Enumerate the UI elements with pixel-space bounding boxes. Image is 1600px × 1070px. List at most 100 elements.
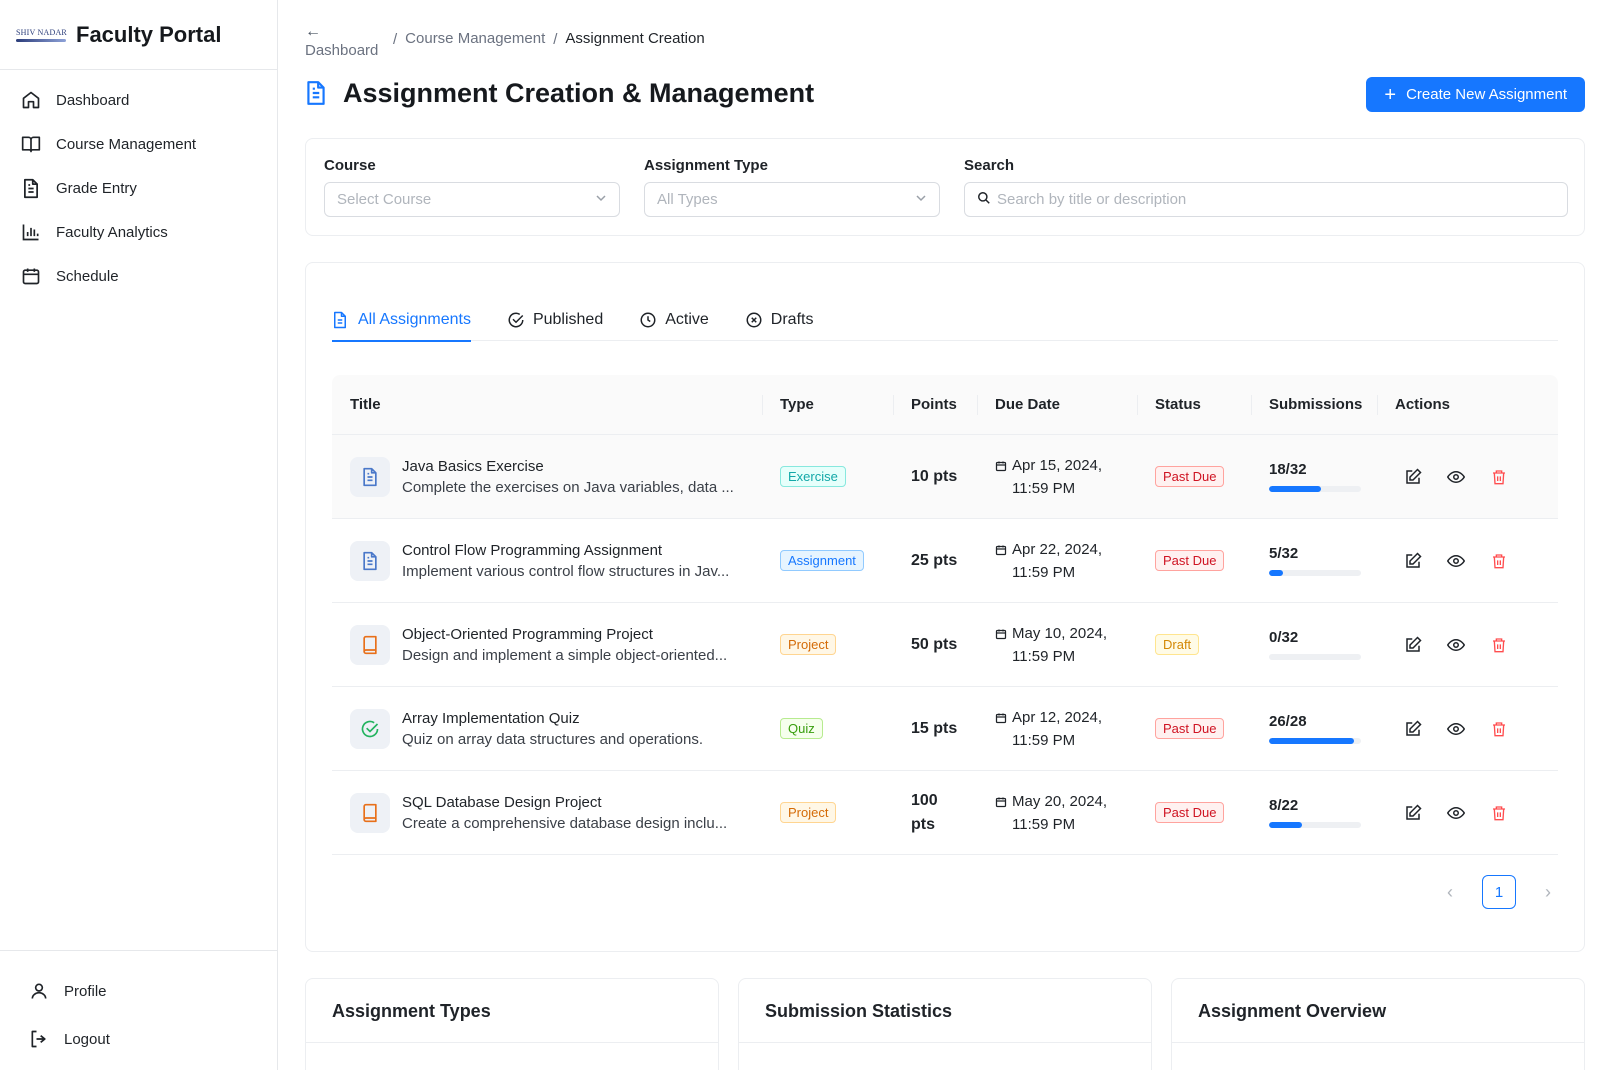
app-title: Faculty Portal <box>76 21 222 47</box>
assignment-type-filter-label: Assignment Type <box>644 157 768 174</box>
tab-published[interactable]: Published <box>507 299 603 341</box>
column-header-due-date[interactable]: Due Date <box>977 375 1137 435</box>
view-icon[interactable] <box>1446 719 1466 739</box>
view-icon[interactable] <box>1446 467 1466 487</box>
table-row[interactable]: Java Basics Exercise Complete the exerci… <box>332 435 1558 519</box>
edit-icon[interactable] <box>1403 803 1423 823</box>
submissions-progress-bar <box>1269 738 1361 744</box>
panel-title: Assignment Types <box>306 979 718 1043</box>
sidebar-item-label: Logout <box>64 1030 110 1048</box>
search-input[interactable] <box>997 191 1555 208</box>
book-icon <box>20 133 42 155</box>
status-badge: Past Due <box>1155 802 1225 823</box>
view-icon[interactable] <box>1446 803 1466 823</box>
table-row[interactable]: Array Implementation Quiz Quiz on array … <box>332 687 1558 771</box>
document-icon <box>350 456 390 497</box>
column-header-title[interactable]: Title <box>332 375 762 435</box>
edit-icon[interactable] <box>1403 551 1423 571</box>
column-header-actions: Actions <box>1377 375 1558 435</box>
assignment-title[interactable]: Control Flow Programming Assignment <box>402 542 729 559</box>
chevron-left-icon[interactable]: ‹ <box>1440 882 1460 903</box>
submissions-progress-bar <box>1269 822 1361 828</box>
assignment-description: Implement various control flow structure… <box>402 562 730 580</box>
points-value: 100 pts <box>911 791 938 833</box>
calendar-icon <box>995 545 1007 555</box>
delete-icon[interactable] <box>1489 467 1509 487</box>
assignment-title[interactable]: Array Implementation Quiz <box>402 710 703 727</box>
edit-icon[interactable] <box>1403 635 1423 655</box>
sidebar-item-course-management[interactable]: Course Management <box>0 122 277 166</box>
table-row[interactable]: SQL Database Design Project Create a com… <box>332 771 1558 855</box>
column-header-submissions[interactable]: Submissions <box>1251 375 1377 435</box>
points-value: 15 pts <box>911 719 958 737</box>
document-icon <box>332 311 350 329</box>
sidebar-item-label: Profile <box>64 982 107 1000</box>
sidebar-item-logout[interactable]: Logout <box>0 1015 278 1063</box>
submissions-progress-bar <box>1269 654 1361 660</box>
edit-icon[interactable] <box>1403 719 1423 739</box>
column-header-points[interactable]: Points <box>893 375 977 435</box>
due-date: May 20, 2024, 11:59 PM <box>995 790 1137 836</box>
assignment-description: Complete the exercises on Java variables… <box>402 478 734 496</box>
panel-title: Assignment Overview <box>1172 979 1584 1043</box>
chevron-down-icon <box>595 191 607 208</box>
document-icon <box>350 540 390 581</box>
tab-active[interactable]: Active <box>639 299 709 341</box>
assignment-overview-panel: Assignment Overview <box>1171 978 1585 1070</box>
submissions-count: 0/32 <box>1269 629 1299 646</box>
plus-icon: + <box>1384 83 1397 106</box>
sidebar-item-profile[interactable]: Profile <box>0 967 278 1015</box>
page-number-button[interactable]: 1 <box>1482 875 1516 909</box>
create-new-assignment-button[interactable]: + Create New Assignment <box>1366 77 1585 112</box>
sidebar-item-label: Faculty Analytics <box>56 223 168 241</box>
breadcrumb: ← Dashboard / Course Management / Assign… <box>305 24 705 60</box>
delete-icon[interactable] <box>1489 551 1509 571</box>
type-badge: Project <box>780 634 837 655</box>
sidebar-item-faculty-analytics[interactable]: Faculty Analytics <box>0 210 277 254</box>
breadcrumb-course-management[interactable]: Course Management <box>405 30 545 59</box>
assignment-type-select[interactable]: All Types <box>644 182 940 217</box>
assignment-title-cell: Java Basics Exercise Complete the exerci… <box>332 456 762 497</box>
filters-panel: Course Select Course Assignment Type All… <box>305 138 1585 236</box>
assignment-type-filter: Assignment Type All Types <box>644 157 940 217</box>
check-circle-icon <box>350 708 390 749</box>
tab-drafts[interactable]: Drafts <box>745 299 813 341</box>
delete-icon[interactable] <box>1489 719 1509 739</box>
status-badge: Draft <box>1155 634 1200 655</box>
calendar-icon <box>20 265 42 287</box>
type-badge: Quiz <box>780 718 823 739</box>
table-row[interactable]: Control Flow Programming Assignment Impl… <box>332 519 1558 603</box>
sidebar-item-schedule[interactable]: Schedule <box>0 254 277 298</box>
type-badge: Assignment <box>780 550 864 571</box>
tab-all-assignments[interactable]: All Assignments <box>332 299 471 342</box>
check-circle-icon <box>507 311 525 329</box>
submission-statistics-panel: Submission Statistics <box>738 978 1152 1070</box>
delete-icon[interactable] <box>1489 635 1509 655</box>
delete-icon[interactable] <box>1489 803 1509 823</box>
due-date: Apr 22, 2024, 11:59 PM <box>995 538 1137 584</box>
sidebar-item-dashboard[interactable]: Dashboard <box>0 78 277 122</box>
table-header: Title Type Points Due Date Status Submis… <box>332 375 1558 435</box>
column-header-type[interactable]: Type <box>762 375 893 435</box>
assignment-title[interactable]: SQL Database Design Project <box>402 794 727 811</box>
sidebar-item-grade-entry[interactable]: Grade Entry <box>0 166 277 210</box>
course-select[interactable]: Select Course <box>324 182 620 217</box>
assignment-title[interactable]: Java Basics Exercise <box>402 458 734 475</box>
search-filter-label: Search <box>964 157 1015 174</box>
table-row[interactable]: Object-Oriented Programming Project Desi… <box>332 603 1558 687</box>
points-value: 50 pts <box>911 635 958 653</box>
sidebar-item-label: Grade Entry <box>56 179 137 197</box>
column-header-status[interactable]: Status <box>1137 375 1251 435</box>
view-icon[interactable] <box>1446 551 1466 571</box>
status-badge: Past Due <box>1155 718 1225 739</box>
chevron-right-icon[interactable]: › <box>1538 882 1558 903</box>
logout-icon <box>28 1028 50 1050</box>
view-icon[interactable] <box>1446 635 1466 655</box>
summary-panels: Assignment Types Submission Statistics A… <box>305 978 1585 1070</box>
back-to-dashboard-link[interactable]: ← Dashboard <box>305 24 385 60</box>
sidebar-item-label: Schedule <box>56 267 119 285</box>
x-circle-icon <box>745 311 763 329</box>
edit-icon[interactable] <box>1403 467 1423 487</box>
panel-title: Submission Statistics <box>739 979 1151 1043</box>
assignment-title[interactable]: Object-Oriented Programming Project <box>402 626 727 643</box>
